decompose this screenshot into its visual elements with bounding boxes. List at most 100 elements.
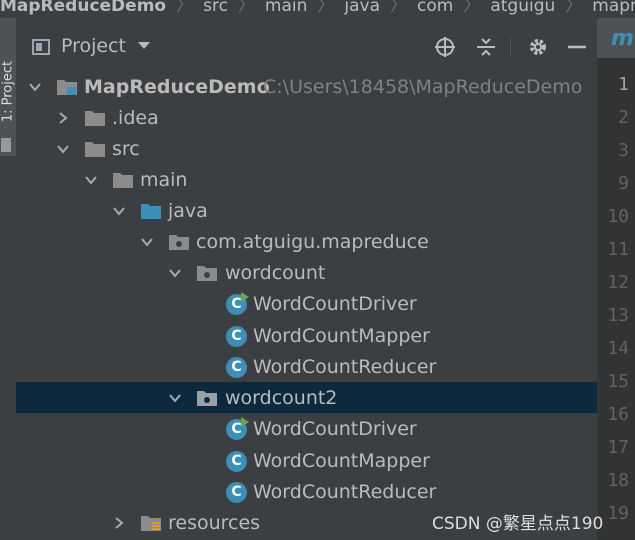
package-icon: [196, 389, 217, 406]
chevron-down-icon[interactable]: [140, 235, 154, 249]
breadcrumb-item-main[interactable]: main: [265, 0, 307, 15]
tree-row-class[interactable]: C WordCountReducer: [16, 351, 597, 382]
project-panel: Project MapReduceDemo C:\Users\18458\Map…: [16, 18, 597, 540]
breadcrumb-item-atguigu[interactable]: atguigu: [490, 0, 555, 15]
project-view-icon: [32, 39, 50, 55]
class-letter: C: [231, 328, 242, 344]
tree-row-label: WordCountDriver: [253, 418, 417, 440]
gear-icon[interactable]: [523, 32, 553, 62]
chevron-down-icon[interactable]: [168, 391, 182, 405]
package-icon: [168, 233, 189, 250]
tree-row-class[interactable]: C WordCountDriver: [16, 413, 597, 444]
chevron-down-icon[interactable]: [56, 142, 70, 156]
tree-row-package-root[interactable]: com.atguigu.mapreduce: [16, 226, 597, 257]
runnable-class-icon: C: [226, 292, 249, 315]
resources-folder-icon: [140, 514, 161, 531]
watermark: CSDN @繁星点点190: [432, 514, 604, 534]
class-icon: C: [226, 326, 247, 347]
editor-tab[interactable]: m: [597, 18, 635, 58]
line-number: 18: [607, 470, 629, 491]
module-folder-icon: [56, 78, 77, 95]
tree-row-label: WordCountReducer: [253, 356, 437, 378]
project-panel-header: Project: [16, 18, 597, 76]
tree-row-label: WordCountDriver: [253, 293, 417, 315]
tree-row-label: com.atguigu.mapreduce: [196, 231, 429, 253]
line-number: 1: [618, 74, 629, 95]
class-letter: C: [231, 484, 242, 500]
line-number: 17: [607, 437, 629, 458]
tree-row-label: resources: [168, 512, 261, 534]
tree-row-main[interactable]: main: [16, 164, 597, 195]
class-letter: C: [231, 359, 242, 375]
line-number: 11: [607, 239, 629, 260]
breadcrumb-separator: 〉: [390, 0, 408, 16]
project-path: C:\Users\18458\MapReduceDemo: [263, 76, 583, 98]
breadcrumb-item-java[interactable]: java: [344, 0, 380, 15]
folder-icon: [112, 171, 133, 188]
tree-row-label: WordCountReducer: [253, 481, 437, 503]
source-folder-icon: [140, 202, 161, 219]
breadcrumb-separator: 〉: [463, 0, 481, 16]
toolbar-divider: [510, 38, 511, 56]
tree-row-wordcount2[interactable]: wordcount2: [16, 382, 597, 413]
chevron-right-icon[interactable]: [112, 516, 126, 530]
tree-row-label: WordCountMapper: [253, 450, 430, 472]
collapse-all-icon[interactable]: [471, 32, 501, 62]
breadcrumb-item-src[interactable]: src: [203, 0, 228, 15]
tree-row-src[interactable]: src: [16, 133, 597, 164]
tree-row-class[interactable]: C WordCountMapper: [16, 320, 597, 351]
line-number: 13: [607, 305, 629, 326]
breadcrumb-item-mapreduce[interactable]: mapreduce: [592, 0, 635, 15]
tree-row-label: MapReduceDemo: [84, 76, 270, 98]
tree-row-java[interactable]: java: [16, 195, 597, 226]
breadcrumb-item-com[interactable]: com: [417, 0, 453, 15]
chevron-down-icon[interactable]: [112, 204, 126, 218]
line-number: 14: [607, 338, 629, 359]
tree-row-class[interactable]: C WordCountMapper: [16, 445, 597, 476]
class-letter: C: [231, 453, 242, 469]
line-number: 12: [607, 272, 629, 293]
class-icon: C: [226, 482, 247, 503]
breadcrumb-item-project[interactable]: MapReduceDemo: [0, 0, 166, 15]
line-number: 3: [618, 140, 629, 161]
tree-row-label: .idea: [112, 107, 159, 129]
breadcrumb: MapReduceDemo 〉 src 〉 main 〉 java 〉 com 〉 atguigu 〉…: [0, 0, 635, 18]
tree-row-label: main: [140, 169, 188, 191]
editor-tab-letter: m: [611, 26, 634, 51]
tree-row-project-root[interactable]: MapReduceDemo C:\Users\18458\MapReduceDe…: [16, 71, 597, 102]
line-number: 10: [607, 206, 629, 227]
tree-row-class[interactable]: C WordCountReducer: [16, 476, 597, 507]
tree-row-label: wordcount2: [225, 387, 338, 409]
breadcrumb-separator: 〉: [565, 0, 583, 16]
class-icon: C: [226, 357, 247, 378]
tree-row-wordcount[interactable]: wordcount: [16, 257, 597, 288]
package-icon: [196, 264, 217, 281]
project-tool-tab[interactable]: 1: Project: [0, 18, 16, 156]
runnable-class-icon: C: [226, 417, 249, 440]
folder-icon: [1, 138, 11, 152]
tree-row-class[interactable]: C WordCountDriver: [16, 288, 597, 319]
chevron-down-icon[interactable]: [138, 42, 150, 49]
chevron-down-icon[interactable]: [28, 80, 42, 94]
panel-title[interactable]: Project: [61, 35, 126, 57]
tree-row-label: wordcount: [225, 262, 326, 284]
line-number: 15: [607, 371, 629, 392]
line-number: 2: [618, 107, 629, 128]
line-number: 16: [607, 404, 629, 425]
tree-row-label: src: [112, 138, 140, 160]
editor-gutter: m 1 2 3 9 10 11 12 13 14 15 16 17 18 19: [597, 18, 635, 540]
line-number: 9: [618, 173, 629, 194]
crosshair-icon[interactable]: [430, 32, 460, 62]
folder-icon: [84, 109, 105, 126]
class-icon: C: [226, 451, 247, 472]
breadcrumb-separator: 〉: [237, 0, 255, 16]
breadcrumb-separator: 〉: [317, 0, 335, 16]
minimize-icon[interactable]: [562, 32, 592, 62]
tree-row-label: WordCountMapper: [253, 325, 430, 347]
chevron-right-icon[interactable]: [56, 111, 70, 125]
project-tool-tab-label: 1: Project: [0, 60, 16, 123]
tree-row-idea[interactable]: .idea: [16, 102, 597, 133]
chevron-down-icon[interactable]: [168, 266, 182, 280]
chevron-down-icon[interactable]: [84, 173, 98, 187]
folder-icon: [84, 140, 105, 157]
